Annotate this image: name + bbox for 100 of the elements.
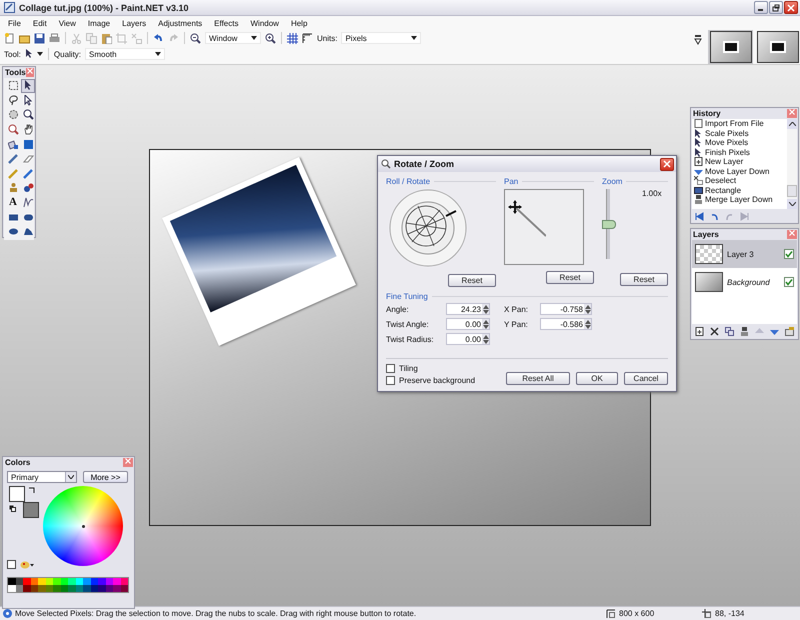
tool-button[interactable] (21, 196, 35, 210)
palette-color[interactable] (83, 585, 90, 592)
history-item[interactable]: Move Layer Down (692, 166, 787, 176)
menu-item[interactable]: File (2, 18, 27, 28)
swap-arrows-icon[interactable] (28, 487, 35, 494)
close-button[interactable] (784, 1, 798, 14)
clipboard-icon[interactable] (101, 32, 112, 44)
palette-color[interactable] (38, 578, 46, 585)
restore-button[interactable] (769, 1, 783, 14)
tool-button[interactable] (21, 137, 35, 151)
palette-color[interactable] (83, 578, 90, 585)
tool-button[interactable] (21, 108, 35, 122)
spinner-arrows-icon[interactable] (584, 304, 590, 314)
palette-color[interactable] (23, 578, 30, 585)
reset-button[interactable]: Reset (620, 273, 668, 286)
layer-row[interactable]: Layer 3 (692, 240, 797, 268)
down-arrow-icon[interactable] (770, 327, 779, 336)
palette-color[interactable] (113, 578, 120, 585)
checkbox[interactable] (386, 364, 395, 373)
dialog-button[interactable]: Cancel (624, 372, 668, 385)
menu-item[interactable]: Layers (116, 18, 152, 28)
palette-color[interactable] (98, 578, 106, 585)
zoom-dropdown[interactable]: Window (205, 32, 261, 44)
number-field[interactable]: 0.00 (446, 333, 490, 345)
number-field[interactable]: 24.23 (446, 303, 490, 315)
menu-item[interactable]: Image (82, 18, 116, 28)
quality-dropdown[interactable]: Smooth (85, 48, 166, 60)
palette-color[interactable] (23, 585, 30, 592)
number-field[interactable]: 0.00 (446, 318, 490, 330)
palette-color[interactable] (8, 585, 16, 592)
zoom-in-icon[interactable] (265, 32, 276, 44)
palette-color[interactable] (8, 578, 16, 585)
history-item[interactable]: Finish Pixels (692, 148, 787, 157)
save-icon[interactable] (34, 32, 45, 44)
history-item[interactable]: New Layer (692, 157, 787, 166)
history-item[interactable]: Rectangle (692, 186, 787, 195)
folder-icon[interactable] (19, 32, 30, 44)
zoom-out-icon[interactable] (190, 32, 201, 44)
tool-button[interactable] (21, 79, 35, 93)
reset-button[interactable]: Reset (546, 271, 594, 284)
history-item[interactable]: Import From File (692, 119, 787, 128)
rewind-icon[interactable] (695, 212, 704, 221)
scroll-thumb[interactable] (787, 185, 797, 197)
dialog-button[interactable]: Reset All (506, 372, 570, 385)
palette-color[interactable] (53, 585, 60, 592)
duplicate-icon[interactable] (725, 327, 734, 336)
menu-item[interactable]: View (52, 18, 82, 28)
close-button[interactable] (660, 158, 674, 170)
menu-item[interactable]: Help (284, 18, 314, 28)
pan-area[interactable] (504, 189, 584, 265)
new-file-icon[interactable] (4, 32, 15, 44)
tool-button[interactable] (21, 181, 35, 195)
palette-color[interactable] (38, 585, 46, 592)
menu-item[interactable]: Edit (26, 18, 53, 28)
spinner-arrows-icon[interactable] (584, 320, 590, 328)
print-icon[interactable] (49, 32, 60, 44)
menu-item[interactable]: Adjustments (152, 18, 208, 28)
color-mode-dropdown[interactable]: Primary (7, 471, 77, 483)
more-button[interactable]: More >> (83, 471, 128, 483)
history-item[interactable]: Deselect (692, 176, 787, 186)
spinner-arrows-icon[interactable] (482, 320, 488, 328)
menu-item[interactable]: Window (244, 18, 285, 28)
reset-button[interactable]: Reset (448, 274, 496, 287)
image-tab[interactable] (755, 30, 800, 64)
undo-icon[interactable] (710, 212, 719, 221)
palette-color[interactable] (68, 578, 76, 585)
delete-icon[interactable] (710, 327, 719, 336)
color-swatch[interactable] (9, 486, 25, 502)
merge-icon[interactable] (740, 327, 749, 336)
history-item[interactable]: Scale Pixels (692, 128, 787, 138)
new-page-icon[interactable] (695, 327, 704, 336)
spinner-arrows-icon[interactable] (482, 334, 488, 344)
ruler-icon[interactable] (302, 32, 313, 44)
units-dropdown[interactable]: Pixels (341, 32, 422, 44)
history-item[interactable]: Merge Layer Down (692, 195, 787, 204)
history-item[interactable]: Move Pixels (692, 138, 787, 148)
scroll-down-icon[interactable] (788, 202, 796, 206)
grid-icon[interactable] (287, 32, 298, 44)
minimize-button[interactable] (754, 1, 768, 14)
scroll-up-icon[interactable] (788, 122, 796, 126)
palette-color[interactable] (68, 585, 76, 592)
properties-icon[interactable] (785, 327, 794, 336)
palette-color[interactable] (113, 585, 120, 592)
palette-color[interactable] (98, 585, 106, 592)
visibility-checkbox[interactable] (784, 249, 794, 259)
menu-item[interactable]: Effects (208, 18, 244, 28)
visibility-checkbox[interactable] (784, 277, 794, 287)
rotation-dial[interactable] (388, 188, 468, 268)
dialog-button[interactable]: OK (576, 372, 618, 385)
color-swatch[interactable] (23, 502, 39, 518)
number-field[interactable]: -0.586 (540, 318, 592, 330)
checkbox[interactable] (386, 376, 395, 385)
dropdown-arrow-icon[interactable] (694, 35, 702, 45)
reset-colors-icon[interactable] (9, 505, 16, 512)
document-icon[interactable] (7, 560, 16, 569)
number-field[interactable]: -0.758 (540, 303, 592, 315)
tool-button[interactable]: A (6, 196, 20, 210)
slider-thumb[interactable] (602, 220, 616, 228)
layer-row[interactable]: Background (692, 268, 797, 296)
spinner-arrows-icon[interactable] (482, 304, 488, 314)
